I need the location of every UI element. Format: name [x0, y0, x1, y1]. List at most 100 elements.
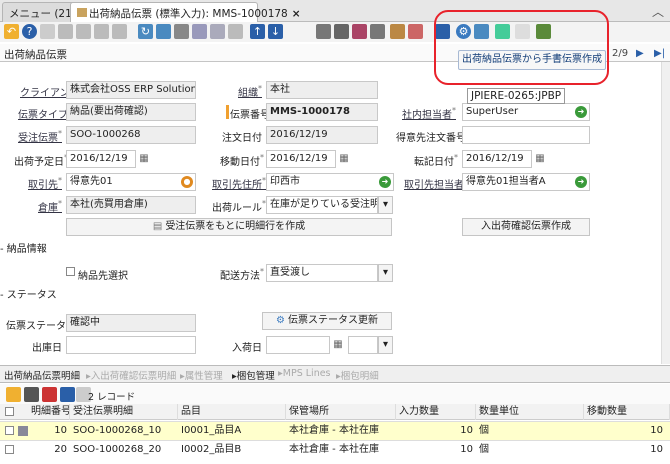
calendar-icon[interactable]: ▦ [137, 152, 151, 166]
tab-shipment-lines[interactable]: 出荷納品伝票明細 [4, 368, 80, 382]
create-lines-button[interactable]: ▤ 受注伝票をもとに明細行を作成 [66, 218, 392, 236]
archive-icon[interactable] [334, 24, 349, 39]
create-handwritten-button[interactable]: 出荷納品伝票から手書伝票作成 [458, 50, 606, 70]
cell-line-no: 10 [54, 425, 67, 436]
tab-confirm-lines[interactable]: ▸入出荷確認伝票明細 [86, 368, 176, 382]
print-icon[interactable] [352, 24, 367, 39]
bploc-label[interactable]: 取引先住所* [212, 176, 266, 191]
acctdate-field[interactable]: 2016/12/19 [462, 150, 532, 168]
shipdate-field[interactable]: 2016/12/19 [66, 150, 136, 168]
chevron-up-icon[interactable]: ︿ [652, 3, 664, 20]
save-line-icon[interactable] [60, 387, 75, 402]
tab-attributes[interactable]: ▸属性管理 [180, 368, 223, 382]
chevron-down-icon[interactable]: ▾ [378, 196, 393, 214]
bploc-field[interactable]: 印西市 ➜ [266, 173, 394, 191]
delete-line-icon[interactable] [42, 387, 57, 402]
close-icon[interactable]: × [292, 8, 301, 20]
find-icon[interactable] [156, 24, 171, 39]
grid-toggle-icon[interactable] [228, 24, 243, 39]
calendar-icon[interactable]: ▦ [331, 338, 345, 352]
report-icon[interactable] [316, 24, 331, 39]
section-delivery[interactable]: - 納品情報 [0, 240, 47, 255]
delivery-select-label: 納品先選択 [78, 271, 128, 282]
custom-process-icon[interactable] [536, 24, 551, 39]
note-icon[interactable] [210, 24, 225, 39]
person-icon[interactable]: ● [181, 176, 193, 188]
section-status[interactable]: - ステータス [0, 286, 57, 301]
calendar-icon[interactable]: ▦ [337, 152, 351, 166]
select-all-checkbox[interactable] [5, 407, 14, 416]
edit-icon[interactable] [24, 387, 39, 402]
bp-field[interactable]: 得意先01 ● [66, 173, 196, 191]
row-checkbox[interactable] [5, 426, 14, 435]
table-row[interactable]: 10 SOO-1000268_10 I0001_品目A 本社倉庫 - 本社在庫 … [0, 421, 670, 440]
tab-packing[interactable]: ▸梱包管理 [232, 368, 275, 382]
salesrep-label[interactable]: 社内担当者* [402, 106, 456, 121]
col-uom[interactable]: 数量単位 [476, 404, 584, 420]
col-product[interactable]: 品目 [178, 404, 286, 420]
lookup-icon[interactable]: ➜ [575, 106, 587, 118]
warehouse-label[interactable]: 倉庫* [36, 199, 62, 214]
tab-packing-lines[interactable]: ▸梱包明細 [336, 368, 379, 382]
help-icon[interactable]: ? [22, 24, 37, 39]
acctdate-label: 転記日付* [414, 153, 458, 168]
arrival-date-field[interactable] [266, 336, 330, 354]
request-icon[interactable] [408, 24, 423, 39]
org-label[interactable]: 組織* [238, 84, 262, 99]
product-info-icon[interactable] [435, 24, 450, 39]
copy-icon[interactable] [58, 24, 73, 39]
detail-record-icon[interactable]: ↓ [268, 24, 283, 39]
blank-icon[interactable] [515, 24, 530, 39]
new-icon[interactable] [40, 24, 55, 39]
doctype-label[interactable]: 伝票タイプ* [18, 106, 72, 121]
lookup-icon[interactable]: ➜ [379, 176, 391, 188]
bp-label[interactable]: 取引先* [24, 176, 62, 191]
tab-mps-lines[interactable]: ▸MPS Lines [278, 368, 331, 379]
calendar-icon[interactable]: ▦ [533, 152, 547, 166]
col-locator[interactable]: 保管場所 [286, 404, 396, 420]
col-order-line[interactable]: 受注伝票明細 [70, 404, 178, 420]
delete-icon[interactable] [76, 24, 91, 39]
form-scrollbar[interactable] [661, 62, 670, 364]
status-update-button[interactable]: ⚙ 伝票ステータス更新 [262, 312, 392, 330]
shipped-field[interactable] [66, 336, 196, 354]
rule-select[interactable]: 在庫が足りている受注明細行だ [266, 196, 378, 214]
chat-icon[interactable] [192, 24, 207, 39]
chevron-down-icon[interactable]: ▾ [378, 336, 393, 354]
edit-row-icon[interactable] [18, 426, 28, 436]
zoom-icon[interactable] [370, 24, 385, 39]
next-record-icon[interactable]: ▶ [636, 48, 644, 59]
new-line-icon[interactable] [6, 387, 21, 402]
shipped-label: 出庫日 [32, 343, 62, 354]
client-label[interactable]: クライアント* [20, 84, 84, 99]
lookup-icon[interactable]: ➜ [575, 176, 587, 188]
create-confirm-button[interactable]: 入出荷確認伝票作成 [462, 218, 590, 236]
undo-icon[interactable]: ↶ [4, 24, 19, 39]
export-icon[interactable] [495, 24, 510, 39]
bpcontact-label[interactable]: 取引先担当者* [404, 176, 468, 191]
chevron-down-icon[interactable]: ▾ [378, 264, 393, 282]
col-qty-entered[interactable]: 入力数量 [396, 404, 476, 420]
row-checkbox[interactable] [5, 445, 14, 454]
arrival-time-field[interactable] [348, 336, 378, 354]
delivery-select-checkbox[interactable] [66, 267, 75, 276]
salesrep-field[interactable]: SuperUser ➜ [462, 103, 590, 121]
tab-shipment[interactable]: 出荷納品伝票 (標準入力): MMS-1000178 × [70, 2, 301, 23]
col-line-no[interactable]: 明細番号 [28, 404, 70, 420]
last-record-icon[interactable]: ▶| [654, 48, 665, 59]
movedate-field[interactable]: 2016/12/19 [266, 150, 336, 168]
parent-record-icon[interactable]: ↑ [250, 24, 265, 39]
process-icon[interactable] [474, 24, 489, 39]
save-icon[interactable] [94, 24, 109, 39]
attachment-icon[interactable] [174, 24, 189, 39]
refresh-icon[interactable]: ↻ [138, 24, 153, 39]
workflow-icon[interactable] [390, 24, 405, 39]
poref-field[interactable] [462, 126, 590, 144]
save-new-icon[interactable] [112, 24, 127, 39]
gear-icon[interactable]: ⚙ [456, 24, 471, 39]
order-label[interactable]: 受注伝票* [18, 129, 62, 144]
col-movement-qty[interactable]: 移動数量 [584, 404, 670, 420]
bpcontact-field[interactable]: 得意先01担当者A ➜ [462, 173, 590, 191]
table-row[interactable]: 20 SOO-1000268_20 I0002_品目B 本社倉庫 - 本社在庫 … [0, 440, 670, 459]
via-select[interactable]: 直受渡し [266, 264, 378, 282]
